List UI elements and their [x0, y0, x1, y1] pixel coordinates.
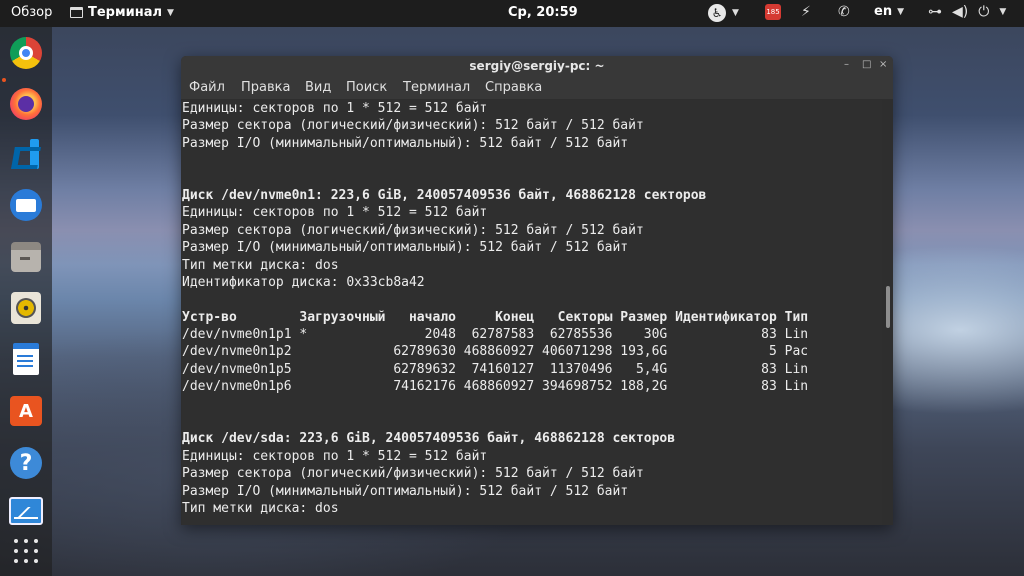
app-menu-label: Терминал — [88, 5, 163, 20]
dock-help[interactable]: ? — [8, 445, 44, 481]
terminal-window: sergiy@sergiy-pc: ~ – □ × Файл Правка Ви… — [181, 56, 893, 525]
terminal-line: /dev/nvme0n1p2 62789630 468860927 406071… — [182, 344, 809, 360]
terminal-line: /dev/nvme0n1p5 62789632 74160127 1137049… — [182, 361, 809, 377]
indicator-button[interactable]: ⚡ — [801, 4, 811, 20]
terminal-line: Устр-во Загрузочный начало Конец Секторы… — [182, 309, 809, 325]
terminal-line: Размер сектора (логический/физический): … — [182, 118, 644, 134]
terminal-line: Размер I/O (минимальный/оптимальный): 51… — [182, 240, 629, 256]
dock-writer[interactable] — [8, 341, 44, 377]
app-menu-button[interactable]: Терминал ▼ — [70, 5, 174, 20]
calendar-badge-icon: 185 — [765, 4, 781, 20]
terminal-output[interactable]: Единицы: секторов по 1 * 512 = 512 байт Р… — [182, 100, 882, 525]
app-grid-icon — [14, 539, 38, 563]
chevron-down-icon: ▼ — [167, 7, 174, 18]
calendar-indicator[interactable]: 185 — [765, 4, 781, 20]
firefox-icon — [10, 88, 42, 120]
language-switcher[interactable]: en ▼ — [874, 4, 904, 19]
menu-search[interactable]: Поиск — [346, 80, 387, 95]
chrome-icon — [10, 37, 42, 69]
terminal-line: Размер I/O (минимальный/оптимальный): 51… — [182, 483, 629, 499]
terminal-line: Единицы: секторов по 1 * 512 = 512 байт — [182, 448, 488, 464]
terminal-line: Диск /dev/nvme0n1: 223,6 GiB, 2400574095… — [182, 187, 707, 203]
dock: A ? — [0, 27, 52, 576]
activities-button[interactable]: Обзор — [11, 5, 52, 20]
maximize-button[interactable]: □ — [862, 59, 871, 70]
system-menu[interactable]: ⊶ ◀) ⏻ ▼ — [928, 4, 1006, 20]
terminal-line: /dev/nvme0n1p1 * 2048 62787583 62785536 … — [182, 327, 809, 343]
accessibility-icon: ♿ — [708, 4, 726, 22]
chevron-down-icon: ▼ — [732, 8, 739, 18]
files-icon — [11, 242, 41, 272]
writer-icon — [13, 343, 39, 375]
top-bar: Обзор Терминал ▼ Ср, 20:59 ♿ ▼ 185 ⚡ ✆ e… — [0, 0, 1024, 27]
language-label: en — [874, 4, 893, 19]
menu-view[interactable]: Вид — [305, 80, 331, 95]
rhythmbox-icon — [11, 292, 41, 324]
dock-firefox[interactable] — [8, 86, 44, 122]
terminal-line: Диск /dev/sda: 223,6 GiB, 240057409536 б… — [182, 431, 676, 447]
dock-rhythmbox[interactable] — [8, 290, 44, 326]
volume-icon: ◀) — [952, 4, 969, 20]
menu-bar: Файл Правка Вид Поиск Терминал Справка — [181, 77, 893, 99]
window-title: sergiy@sergiy-pc: ~ — [469, 59, 605, 73]
chevron-down-icon: ▼ — [897, 6, 904, 17]
power-icon: ⏻ — [978, 4, 990, 20]
menu-file[interactable]: Файл — [189, 80, 225, 95]
minimize-button[interactable]: – — [844, 59, 849, 70]
mail-icon — [10, 189, 42, 221]
terminal-line: Тип метки диска: dos — [182, 500, 339, 516]
menu-terminal[interactable]: Терминал — [403, 80, 470, 95]
close-button[interactable]: × — [879, 59, 887, 70]
accessibility-menu[interactable]: ♿ ▼ — [708, 4, 739, 22]
window-titlebar[interactable]: sergiy@sergiy-pc: ~ – □ × — [181, 56, 893, 77]
dock-vscode[interactable] — [8, 136, 44, 172]
running-indicator — [2, 78, 6, 82]
terminal-app-icon — [70, 7, 83, 18]
terminal-line: Размер сектора (логический/физический): … — [182, 466, 644, 482]
menu-help[interactable]: Справка — [485, 80, 542, 95]
network-icon: ⊶ — [928, 4, 942, 20]
show-applications-button[interactable] — [8, 533, 44, 569]
terminal-line: Тип метки диска: dos — [182, 257, 339, 273]
menu-edit[interactable]: Правка — [241, 80, 290, 95]
clock[interactable]: Ср, 20:59 — [508, 5, 578, 20]
terminal-line: /dev/nvme0n1p6 74162176 468860927 394698… — [182, 379, 809, 395]
dock-software[interactable]: A — [8, 393, 44, 429]
chevron-down-icon: ▼ — [999, 7, 1007, 17]
software-store-icon: A — [10, 396, 42, 426]
terminal-line: Размер сектора (логический/физический): … — [182, 222, 644, 238]
messaging-icon: ✆ — [838, 4, 850, 20]
scrollbar[interactable] — [885, 100, 891, 525]
dock-system-monitor[interactable] — [8, 493, 44, 529]
dock-files[interactable] — [8, 239, 44, 275]
terminal-line: Единицы: секторов по 1 * 512 = 512 байт — [182, 101, 488, 116]
terminal-line: Размер I/O (минимальный/оптимальный): 51… — [182, 135, 629, 151]
scrollbar-thumb[interactable] — [886, 286, 890, 328]
messaging-indicator[interactable]: ✆ — [838, 4, 850, 20]
help-icon: ? — [10, 447, 42, 479]
system-monitor-icon — [9, 497, 43, 525]
indicator-icon: ⚡ — [801, 4, 811, 20]
terminal-line: Единицы: секторов по 1 * 512 = 512 байт — [182, 205, 488, 221]
vscode-icon — [11, 139, 41, 169]
dock-chrome[interactable] — [8, 35, 44, 71]
dock-thunderbird[interactable] — [8, 187, 44, 223]
terminal-line: Идентификатор диска: 0x33cb8a42 — [182, 274, 425, 290]
